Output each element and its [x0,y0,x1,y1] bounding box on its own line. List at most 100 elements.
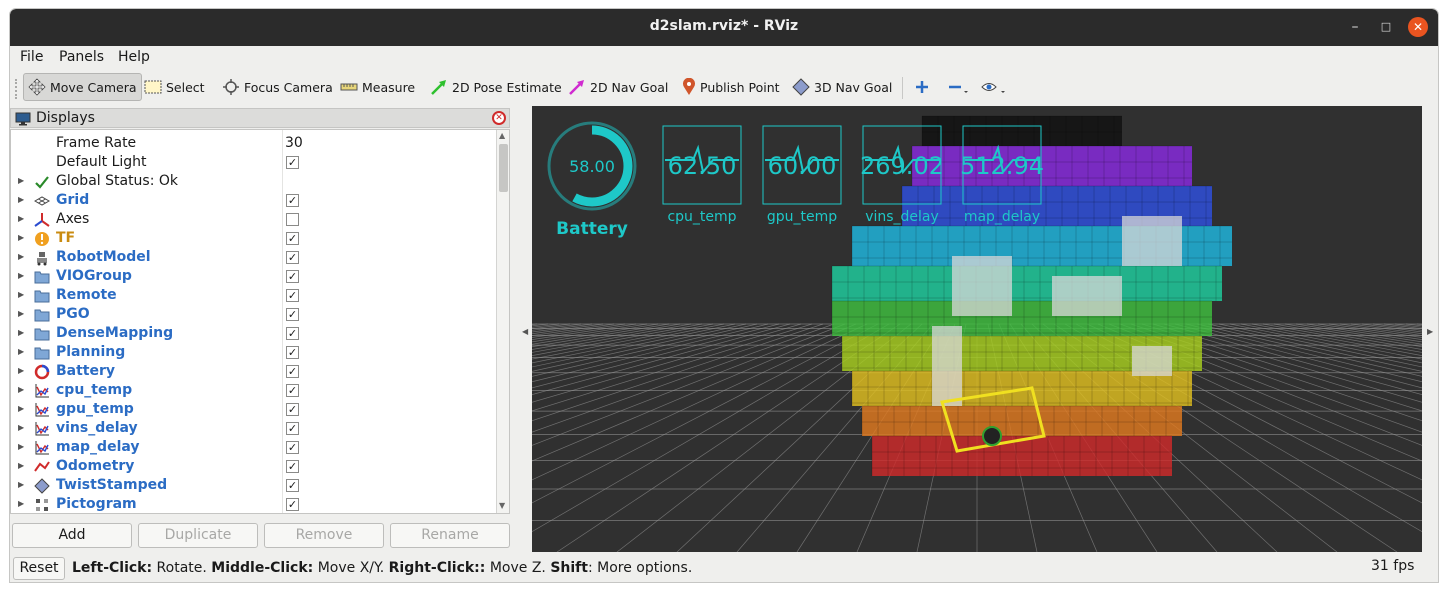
expand-arrow-icon[interactable]: ▶ [18,328,24,337]
right-splitter[interactable]: ▶ [1424,105,1438,552]
focus-camera-button[interactable]: Focus Camera [218,73,337,101]
menu-help[interactable]: Help [118,49,150,65]
expand-arrow-icon[interactable]: ▶ [18,347,24,356]
expand-arrow-icon[interactable]: ▶ [18,499,24,508]
display-checkbox[interactable]: ✓ [286,194,299,207]
nav-goal-button[interactable]: 2D Nav Goal [564,73,672,101]
twist-icon [34,478,50,494]
display-checkbox[interactable]: ✓ [286,327,299,340]
expand-arrow-icon[interactable]: ▶ [18,195,24,204]
toolbar-grip[interactable] [15,79,18,99]
display-row[interactable]: ▶ Grid ✓ [11,191,496,210]
display-name: gpu_temp [56,401,134,417]
expand-arrow-icon[interactable]: ▶ [18,366,24,375]
display-checkbox[interactable]: ✓ [286,498,299,511]
nav-goal-3d-button[interactable]: 3D Nav Goal [788,73,896,101]
display-row[interactable]: ▶ Pictogram ✓ [11,495,496,513]
display-checkbox[interactable]: ✓ [286,346,299,359]
plus-icon [916,81,928,93]
remove-tool-button[interactable] [943,73,973,101]
display-checkbox[interactable]: ✓ [286,365,299,378]
minimize-icon[interactable]: – [1345,17,1365,37]
display-row[interactable]: ▶ PGO ✓ [11,305,496,324]
display-row[interactable]: ▶ vins_delay ✓ [11,419,496,438]
display-checkbox[interactable]: ✓ [286,308,299,321]
display-row[interactable]: ▶ RobotModel ✓ [11,248,496,267]
tree-scrollbar[interactable]: ▲ ▼ [496,130,509,513]
scroll-thumb[interactable] [499,144,508,192]
expand-arrow-icon[interactable]: ▶ [18,461,24,470]
expand-arrow-icon[interactable]: ▶ [18,176,24,185]
display-row[interactable]: ▶ cpu_temp ✓ [11,381,496,400]
expand-arrow-icon[interactable]: ▶ [18,423,24,432]
display-row[interactable]: ▶ Odometry ✓ [11,457,496,476]
display-checkbox[interactable]: ✓ [286,156,299,169]
collapse-left-icon[interactable]: ◀ [522,327,528,336]
display-checkbox[interactable]: ✓ [286,384,299,397]
display-row[interactable]: ▶ TF ✓ [11,229,496,248]
display-checkbox[interactable]: ✓ [286,289,299,302]
display-row[interactable]: ▶ Axes [11,210,496,229]
expand-arrow-icon[interactable]: ▶ [18,480,24,489]
display-row[interactable]: ▶ Planning ✓ [11,343,496,362]
display-checkbox[interactable] [286,213,299,226]
grid-icon [33,193,51,209]
display-row[interactable]: ▶ Battery ✓ [11,362,496,381]
display-checkbox[interactable]: ✓ [286,270,299,283]
display-row[interactable]: ▶ Remote ✓ [11,286,496,305]
add-button[interactable]: Add [12,523,132,548]
expand-arrow-icon[interactable]: ▶ [18,252,24,261]
expand-arrow-icon[interactable]: ▶ [18,290,24,299]
close-panel-icon[interactable]: ✕ [492,111,506,125]
pose-estimate-button[interactable]: 2D Pose Estimate [426,73,566,101]
display-value[interactable]: 30 [285,135,303,151]
menu-panels[interactable]: Panels [59,49,104,65]
display-checkbox[interactable]: ✓ [286,422,299,435]
display-row[interactable]: ▶ VIOGroup ✓ [11,267,496,286]
display-row[interactable]: ▶ map_delay ✓ [11,438,496,457]
display-row[interactable]: ▶ Global Status: Ok [11,172,496,191]
display-checkbox[interactable]: ✓ [286,251,299,264]
view-menu-button[interactable] [976,73,1010,101]
collapse-right-icon[interactable]: ▶ [1427,327,1433,336]
reset-button[interactable]: Reset [13,557,65,580]
battery-value: 58.00 [569,157,615,176]
display-checkbox[interactable]: ✓ [286,232,299,245]
display-row[interactable]: ▶ DenseMapping ✓ [11,324,496,343]
display-checkbox[interactable]: ✓ [286,460,299,473]
move-camera-button[interactable]: Move Camera [23,73,142,101]
publish-point-button[interactable]: Publish Point [678,73,784,101]
add-tool-button[interactable] [910,73,934,101]
duplicate-button[interactable]: Duplicate [138,523,258,548]
displays-title: Displays [36,110,95,126]
displays-tree[interactable]: Frame Rate 30 Default Light ✓ ▶ Global Status… [10,129,510,514]
select-button[interactable]: Select [140,73,209,101]
display-row[interactable]: Frame Rate 30 [11,134,496,153]
folder-icon [34,288,50,304]
expand-arrow-icon[interactable]: ▶ [18,385,24,394]
expand-arrow-icon[interactable]: ▶ [18,404,24,413]
expand-arrow-icon[interactable]: ▶ [18,442,24,451]
display-row[interactable]: ▶ gpu_temp ✓ [11,400,496,419]
display-checkbox[interactable]: ✓ [286,403,299,416]
expand-arrow-icon[interactable]: ▶ [18,271,24,280]
scroll-down-icon[interactable]: ▼ [499,501,505,510]
expand-arrow-icon[interactable]: ▶ [18,214,24,223]
remove-button[interactable]: Remove [264,523,384,548]
render-viewport[interactable]: 58.00 Battery 62.50 cpu_temp 60.00 gpu_temp 26… [532,106,1422,552]
display-row[interactable]: ▶ TwistStamped ✓ [11,476,496,495]
scene-canvas[interactable]: 58.00 Battery 62.50 cpu_temp 60.00 gpu_temp 26… [532,106,1422,552]
display-row[interactable]: Default Light ✓ [11,153,496,172]
display-checkbox[interactable]: ✓ [286,479,299,492]
measure-button[interactable]: Measure [336,73,419,101]
scroll-up-icon[interactable]: ▲ [499,131,505,140]
menu-file[interactable]: File [20,49,43,65]
maximize-icon[interactable]: □ [1376,17,1396,37]
expand-arrow-icon[interactable]: ▶ [18,233,24,242]
close-icon[interactable]: ✕ [1408,17,1428,37]
eye-icon [981,83,1005,93]
left-splitter[interactable]: ◀ [520,105,532,552]
expand-arrow-icon[interactable]: ▶ [18,309,24,318]
rename-button[interactable]: Rename [390,523,510,548]
display-checkbox[interactable]: ✓ [286,441,299,454]
